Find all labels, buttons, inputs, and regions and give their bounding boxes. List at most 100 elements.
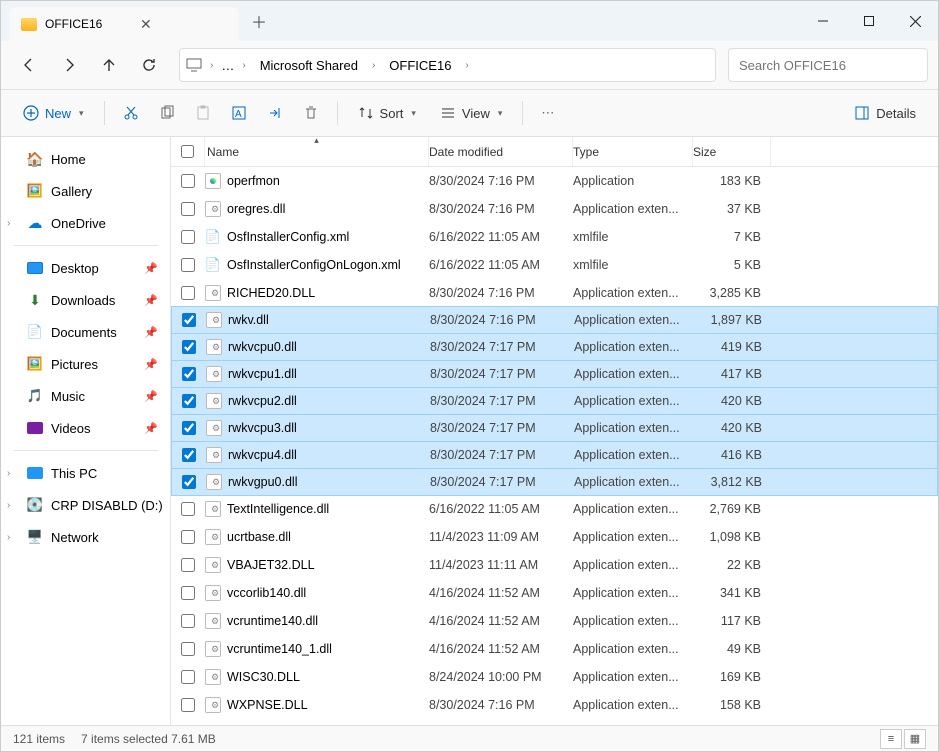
chevron-right-icon[interactable]: › <box>206 60 217 71</box>
dll-file-icon <box>206 447 222 463</box>
file-row[interactable]: vccorlib140.dll4/16/2024 11:52 AMApplica… <box>171 579 938 607</box>
column-size[interactable]: Size <box>693 137 771 166</box>
file-row[interactable]: rwkvcpu4.dll8/30/2024 7:17 PMApplication… <box>171 441 938 469</box>
more-button[interactable]: ⋯ <box>533 96 562 130</box>
file-row[interactable]: WISC30.DLL8/24/2024 10:00 PMApplication … <box>171 663 938 691</box>
sidebar-item-desktop[interactable]: Desktop📌 <box>1 252 170 284</box>
forward-button[interactable] <box>51 47 87 83</box>
row-checkbox[interactable] <box>182 448 196 462</box>
sidebar-item-onedrive[interactable]: ›OneDrive <box>1 207 170 239</box>
file-row[interactable]: WXPNSE.DLL8/30/2024 7:16 PMApplication e… <box>171 691 938 719</box>
new-button[interactable]: New ▾ <box>13 96 94 130</box>
row-checkbox[interactable] <box>181 698 195 712</box>
file-date: 8/30/2024 7:16 PM <box>429 286 573 300</box>
row-checkbox[interactable] <box>181 670 195 684</box>
share-button[interactable] <box>259 96 291 130</box>
select-all-checkbox[interactable] <box>181 145 194 158</box>
maximize-button[interactable] <box>846 1 892 41</box>
up-button[interactable] <box>91 47 127 83</box>
sidebar-item-crp-disabld-d-[interactable]: ›CRP DISABLD (D:) <box>1 489 170 521</box>
address-bar[interactable]: › … › Microsoft Shared › OFFICE16 › <box>179 48 716 82</box>
breadcrumb-item[interactable]: Microsoft Shared <box>254 55 364 76</box>
view-button[interactable]: View ▾ <box>430 96 512 130</box>
file-list[interactable]: operfmon8/30/2024 7:16 PMApplication183 … <box>171 167 938 725</box>
sidebar-item-documents[interactable]: Documents📌 <box>1 316 170 348</box>
chevron-right-icon[interactable]: › <box>7 468 10 479</box>
file-row[interactable]: rwkvcpu3.dll8/30/2024 7:17 PMApplication… <box>171 414 938 442</box>
sidebar-item-home[interactable]: Home <box>1 143 170 175</box>
file-row[interactable]: OsfInstallerConfigOnLogon.xml6/16/2022 1… <box>171 251 938 279</box>
file-row[interactable]: vcruntime140.dll4/16/2024 11:52 AMApplic… <box>171 607 938 635</box>
column-type[interactable]: Type <box>573 137 693 166</box>
file-row[interactable]: oregres.dll8/30/2024 7:16 PMApplication … <box>171 195 938 223</box>
sidebar-item-pictures[interactable]: Pictures📌 <box>1 348 170 380</box>
row-checkbox[interactable] <box>181 642 195 656</box>
row-checkbox[interactable] <box>181 286 195 300</box>
search-box[interactable] <box>728 48 928 82</box>
rename-button[interactable]: A <box>223 96 255 130</box>
sidebar-item-music[interactable]: Music📌 <box>1 380 170 412</box>
sidebar-item-gallery[interactable]: Gallery <box>1 175 170 207</box>
delete-button[interactable] <box>295 96 327 130</box>
file-row[interactable]: OsfInstallerConfig.xml6/16/2022 11:05 AM… <box>171 223 938 251</box>
chevron-right-icon[interactable]: › <box>461 60 472 71</box>
chevron-right-icon[interactable]: › <box>7 532 10 543</box>
file-row[interactable]: VBAJET32.DLL11/4/2023 11:11 AMApplicatio… <box>171 551 938 579</box>
tab[interactable]: OFFICE16 ✕ <box>9 7 239 41</box>
sidebar-item-this-pc[interactable]: ›This PC <box>1 457 170 489</box>
row-checkbox[interactable] <box>182 394 196 408</box>
refresh-button[interactable] <box>131 47 167 83</box>
paste-button[interactable] <box>187 96 219 130</box>
file-row[interactable]: rwkvcpu1.dll8/30/2024 7:17 PMApplication… <box>171 360 938 388</box>
row-checkbox[interactable] <box>182 340 196 354</box>
file-row[interactable]: rwkv.dll8/30/2024 7:16 PMApplication ext… <box>171 306 938 334</box>
row-checkbox[interactable] <box>181 230 195 244</box>
cut-button[interactable] <box>115 96 147 130</box>
chevron-right-icon[interactable]: › <box>7 500 10 511</box>
sidebar-item-downloads[interactable]: Downloads📌 <box>1 284 170 316</box>
chevron-right-icon[interactable]: › <box>238 60 249 71</box>
column-date[interactable]: Date modified <box>429 137 573 166</box>
row-checkbox[interactable] <box>181 202 195 216</box>
column-name[interactable]: ▴Name <box>205 137 429 166</box>
thumbnails-view-button[interactable]: ▦ <box>904 729 926 749</box>
sort-button[interactable]: Sort ▾ <box>348 96 426 130</box>
file-row[interactable]: RICHED20.DLL8/30/2024 7:16 PMApplication… <box>171 279 938 307</box>
row-checkbox[interactable] <box>181 558 195 572</box>
close-tab-icon[interactable]: ✕ <box>140 16 227 33</box>
row-checkbox[interactable] <box>181 502 195 516</box>
row-checkbox[interactable] <box>181 174 195 188</box>
onedrive-icon <box>27 215 43 231</box>
row-checkbox[interactable] <box>182 475 196 489</box>
row-checkbox[interactable] <box>181 258 195 272</box>
minimize-button[interactable] <box>800 1 846 41</box>
row-checkbox[interactable] <box>182 367 196 381</box>
breadcrumb-item[interactable]: OFFICE16 <box>383 55 457 76</box>
details-label: Details <box>876 106 916 121</box>
file-row[interactable]: rwkvgpu0.dll8/30/2024 7:17 PMApplication… <box>171 468 938 496</box>
new-tab-button[interactable]: ＋ <box>243 5 275 37</box>
back-button[interactable] <box>11 47 47 83</box>
file-row[interactable]: rwkvcpu0.dll8/30/2024 7:17 PMApplication… <box>171 333 938 361</box>
row-checkbox[interactable] <box>181 530 195 544</box>
row-checkbox[interactable] <box>181 614 195 628</box>
file-row[interactable]: vcruntime140_1.dll4/16/2024 11:52 AMAppl… <box>171 635 938 663</box>
file-row[interactable]: ucrtbase.dll11/4/2023 11:09 AMApplicatio… <box>171 523 938 551</box>
sidebar-item-videos[interactable]: Videos📌 <box>1 412 170 444</box>
chevron-right-icon[interactable]: › <box>368 60 379 71</box>
row-checkbox[interactable] <box>181 586 195 600</box>
close-window-button[interactable] <box>892 1 938 41</box>
row-checkbox[interactable] <box>182 421 196 435</box>
file-row[interactable]: rwkvcpu2.dll8/30/2024 7:17 PMApplication… <box>171 387 938 415</box>
copy-button[interactable] <box>151 96 183 130</box>
details-pane-button[interactable]: Details <box>844 96 926 130</box>
file-row[interactable]: operfmon8/30/2024 7:16 PMApplication183 … <box>171 167 938 195</box>
chevron-right-icon[interactable]: › <box>7 218 10 229</box>
search-input[interactable] <box>739 58 917 73</box>
row-checkbox[interactable] <box>182 313 196 327</box>
details-view-button[interactable]: ≡ <box>880 729 902 749</box>
ellipsis-icon[interactable]: … <box>221 58 234 73</box>
file-row[interactable]: TextIntelligence.dll6/16/2022 11:05 AMAp… <box>171 495 938 523</box>
dll-file-icon <box>205 697 221 713</box>
sidebar-item-network[interactable]: ›Network <box>1 521 170 553</box>
